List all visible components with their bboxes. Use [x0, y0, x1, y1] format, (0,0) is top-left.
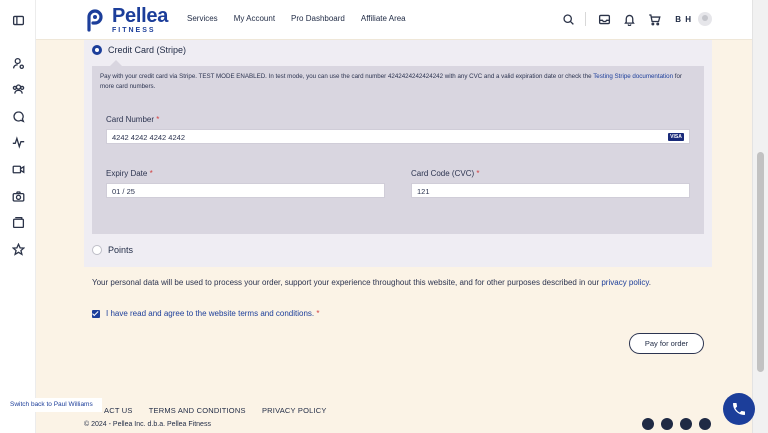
user-settings-icon[interactable] [11, 56, 25, 70]
copyright: © 2024 - Pellea Inc. d.b.a. Pellea Fitne… [84, 421, 211, 428]
instagram-icon[interactable] [661, 418, 673, 430]
footer-contact-link[interactable]: ACT US [104, 406, 133, 415]
left-sidebar [0, 0, 36, 433]
nav-pro-dashboard[interactable]: Pro Dashboard [291, 14, 345, 23]
brand-sub: FITNESS [112, 27, 156, 34]
main-nav: Services My Account Pro Dashboard Affili… [187, 14, 422, 23]
privacy-policy-link[interactable]: privacy policy [601, 278, 648, 287]
brand-logo[interactable]: Pellea FITNESS [84, 6, 168, 34]
card-number-value: 4242 4242 4242 4242 [112, 133, 185, 142]
cart-icon[interactable] [648, 13, 661, 26]
footer-privacy-link[interactable]: PRIVACY POLICY [262, 406, 327, 415]
camera-icon[interactable] [11, 189, 25, 203]
stripe-radio[interactable] [92, 45, 102, 55]
phone-icon [733, 403, 745, 415]
footer-terms-link[interactable]: TERMS AND CONDITIONS [149, 406, 246, 415]
card-number-label: Card Number * [106, 115, 160, 124]
testing-stripe-link[interactable]: Testing Stripe documentation [593, 73, 673, 80]
nav-my-account[interactable]: My Account [234, 14, 275, 23]
avatar[interactable] [698, 12, 712, 26]
expiry-date-label: Expiry Date * [106, 169, 153, 178]
privacy-text: Your personal data will be used to proce… [92, 278, 600, 287]
expiry-value: 01 / 25 [112, 187, 135, 196]
stripe-label[interactable]: Credit Card (Stripe) [108, 45, 186, 55]
card-number-field[interactable]: 4242 4242 4242 4242 VISA [106, 129, 690, 144]
panel-icon[interactable] [11, 13, 25, 27]
points-radio[interactable] [92, 245, 102, 255]
users-icon[interactable] [11, 82, 25, 96]
x-icon[interactable] [699, 418, 711, 430]
activity-icon[interactable] [11, 135, 25, 149]
switch-back-link[interactable]: Switch back to Paul Williams [0, 398, 102, 412]
star-icon[interactable] [11, 242, 25, 256]
footer-links: ACT US TERMS AND CONDITIONS PRIVACY POLI… [104, 406, 341, 415]
card-code-label: Card Code (CVC) * [411, 169, 480, 178]
nav-services[interactable]: Services [187, 14, 218, 23]
pellea-logo-icon [87, 9, 103, 32]
bell-icon[interactable] [623, 13, 636, 26]
points-label[interactable]: Points [108, 245, 133, 255]
nav-affiliate-area[interactable]: Affiliate Area [361, 14, 406, 23]
page-scrollbar[interactable] [752, 0, 768, 433]
scrollbar-thumb[interactable] [757, 152, 764, 372]
social-links [642, 418, 718, 430]
search-icon[interactable] [562, 13, 575, 26]
top-header: Pellea FITNESS Services My Account Pro D… [36, 0, 752, 40]
terms-label[interactable]: I have read and agree to the website ter… [106, 309, 320, 318]
privacy-notice: Your personal data will be used to proce… [92, 278, 652, 287]
youtube-icon[interactable] [680, 418, 692, 430]
facebook-icon[interactable] [642, 418, 654, 430]
card-code-field[interactable]: 121 [411, 183, 690, 198]
visa-icon: VISA [668, 133, 684, 141]
notice-text: Pay with your credit card via Stripe. TE… [100, 73, 592, 80]
call-button[interactable] [723, 393, 755, 425]
header-actions: B H [550, 12, 712, 26]
brand-name: Pellea [112, 5, 169, 27]
terms-row: I have read and agree to the website ter… [92, 309, 320, 318]
cvc-value: 121 [417, 187, 430, 196]
divider [585, 12, 587, 26]
chat-icon[interactable] [11, 109, 25, 123]
expiry-date-field[interactable]: 01 / 25 [106, 183, 385, 198]
terms-checkbox[interactable] [92, 309, 100, 318]
folder-icon[interactable] [11, 215, 25, 229]
user-initials[interactable]: B H [675, 15, 692, 24]
stripe-card-form: Pay with your credit card via Stripe. TE… [92, 60, 704, 234]
inbox-icon[interactable] [598, 13, 611, 26]
test-mode-notice: Pay with your credit card via Stripe. TE… [100, 72, 696, 92]
pay-for-order-button[interactable]: Pay for order [629, 333, 704, 354]
video-icon[interactable] [11, 162, 25, 176]
